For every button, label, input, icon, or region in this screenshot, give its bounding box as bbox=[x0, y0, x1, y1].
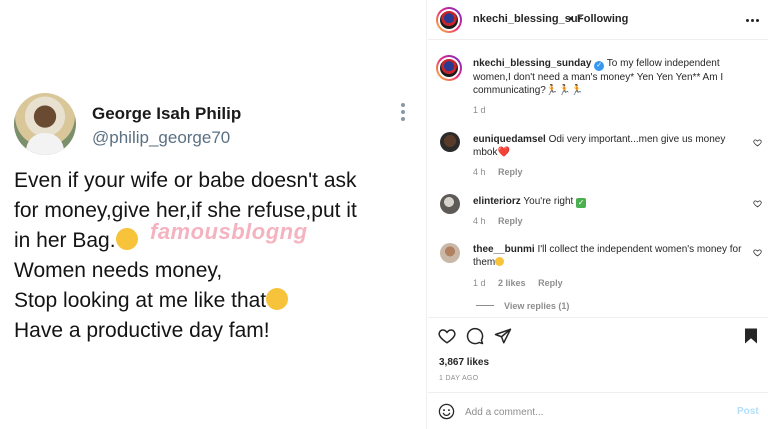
watermark: famousblogng bbox=[150, 219, 308, 244]
comment-avatar[interactable] bbox=[440, 243, 460, 263]
reply-button[interactable]: Reply bbox=[498, 167, 523, 177]
comment-username[interactable]: thee__bunmi bbox=[473, 244, 535, 255]
verified-icon: ✓ bbox=[594, 61, 605, 71]
comment-time[interactable]: 4 h bbox=[473, 216, 486, 226]
comment-text: euniquedamsel Odi very important...men g… bbox=[473, 133, 743, 159]
view-replies-label: View replies (1) bbox=[504, 301, 570, 311]
check-mark-emoji-icon: ✓ bbox=[576, 198, 587, 208]
tweet-author-handle: @philip_george70 bbox=[92, 128, 231, 147]
comment-like-heart-icon[interactable] bbox=[753, 248, 762, 257]
caption-username[interactable]: nkechi_blessing_sunday bbox=[473, 58, 591, 69]
tweet-avatar bbox=[14, 93, 76, 155]
view-replies-button[interactable]: View replies (1) bbox=[476, 301, 569, 311]
comment-avatar[interactable] bbox=[440, 194, 460, 214]
post-button[interactable]: Post bbox=[737, 406, 759, 417]
tweet-body: Even if your wife or babe doesn't ask fo… bbox=[14, 166, 422, 346]
tweet-line: Women needs money, bbox=[14, 259, 223, 282]
comment-icon[interactable] bbox=[466, 327, 484, 345]
like-heart-icon[interactable] bbox=[438, 327, 456, 345]
tweet-author-name: George Isah Philip bbox=[92, 104, 242, 123]
header-username[interactable]: nkechi_blessing_sur bbox=[473, 13, 582, 25]
tweet-line: in her Bag. bbox=[14, 229, 116, 252]
bookmark-icon[interactable] bbox=[742, 327, 760, 345]
post-time[interactable]: 1 DAY AGO bbox=[439, 375, 478, 382]
laughing-emoji-icon bbox=[495, 257, 505, 266]
comment-meta: 4 h Reply bbox=[473, 167, 533, 177]
tweet-more-icon bbox=[401, 103, 405, 121]
emoji-icon[interactable] bbox=[438, 403, 455, 420]
more-options-icon[interactable] bbox=[746, 19, 759, 22]
share-icon[interactable] bbox=[494, 327, 512, 345]
comment-time[interactable]: 4 h bbox=[473, 167, 486, 177]
red-heart-emoji-icon: ❤️ bbox=[497, 147, 510, 158]
header-avatar[interactable] bbox=[436, 7, 462, 33]
comment-meta: 1 d 2 likes Reply bbox=[473, 278, 573, 288]
caption-avatar[interactable] bbox=[436, 55, 462, 81]
confused-emoji-icon bbox=[266, 288, 289, 310]
comment-like-heart-icon[interactable] bbox=[753, 199, 762, 208]
comment-text: thee__bunmi I'll collect the independent… bbox=[473, 243, 743, 269]
reply-button[interactable]: Reply bbox=[538, 278, 563, 288]
reply-button[interactable]: Reply bbox=[498, 216, 523, 226]
header-separator: • bbox=[569, 13, 573, 25]
comment-like-heart-icon[interactable] bbox=[753, 138, 762, 147]
post-header: nkechi_blessing_sur • Following bbox=[428, 0, 768, 40]
caption-text: nkechi_blessing_sunday ✓ To my fellow in… bbox=[473, 57, 759, 97]
tweet-line: Stop looking at me like that bbox=[14, 289, 267, 312]
likes-count[interactable]: 3,867 likes bbox=[439, 357, 489, 368]
comment-username[interactable]: euniquedamsel bbox=[473, 134, 546, 145]
comment-body: You're right bbox=[523, 196, 574, 207]
post-sidebar: nkechi_blessing_sur • Following nkechi_b… bbox=[428, 0, 768, 429]
comment-avatar[interactable] bbox=[440, 132, 460, 152]
comment-meta: 4 h Reply bbox=[473, 216, 533, 226]
tweet-line: Even if your wife or babe doesn't ask bbox=[14, 169, 357, 192]
add-comment-bar: Post bbox=[428, 392, 768, 429]
post-media[interactable]: George Isah Philip @philip_george70 Even… bbox=[0, 0, 427, 429]
comment-likes[interactable]: 2 likes bbox=[498, 278, 526, 288]
comment-text: elinteriorz You're right ✓ bbox=[473, 195, 743, 208]
following-button[interactable]: Following bbox=[577, 13, 628, 25]
tweet-line: Have a productive day fam! bbox=[14, 319, 270, 342]
comment-username[interactable]: elinteriorz bbox=[473, 196, 521, 207]
comment-time[interactable]: 1 d bbox=[473, 278, 486, 288]
caption-time[interactable]: 1 d bbox=[473, 105, 486, 115]
comment-input[interactable] bbox=[465, 404, 725, 420]
rofl-emoji-icon bbox=[112, 224, 141, 254]
